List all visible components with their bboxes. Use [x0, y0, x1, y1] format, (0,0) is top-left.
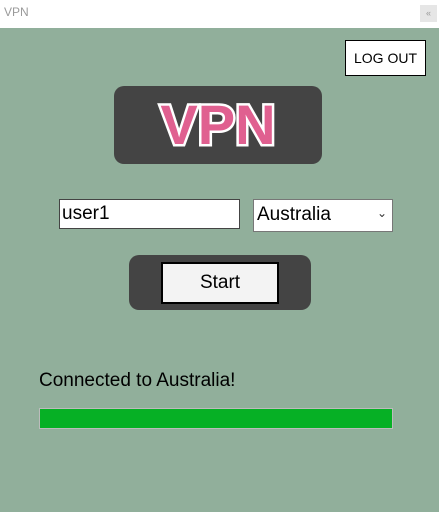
window-control-button[interactable]: «: [420, 5, 437, 22]
window-title: VPN: [4, 5, 29, 19]
progress-fill: [40, 409, 392, 428]
vpn-logo-graphic: VPN: [158, 91, 278, 159]
vpn-logo-text: VPN: [160, 93, 275, 156]
connection-status: Connected to Australia!: [39, 370, 236, 391]
username-input[interactable]: [59, 199, 240, 229]
logout-button[interactable]: LOG OUT: [345, 40, 426, 76]
country-select[interactable]: Australia ⌄: [253, 199, 393, 232]
country-select-value: Australia: [257, 204, 331, 225]
connection-progress-bar: [39, 408, 393, 429]
title-bar: VPN «: [0, 0, 439, 28]
vpn-logo: VPN: [114, 86, 322, 164]
start-button[interactable]: Start: [161, 262, 279, 304]
chevron-down-icon: ⌄: [376, 206, 387, 220]
